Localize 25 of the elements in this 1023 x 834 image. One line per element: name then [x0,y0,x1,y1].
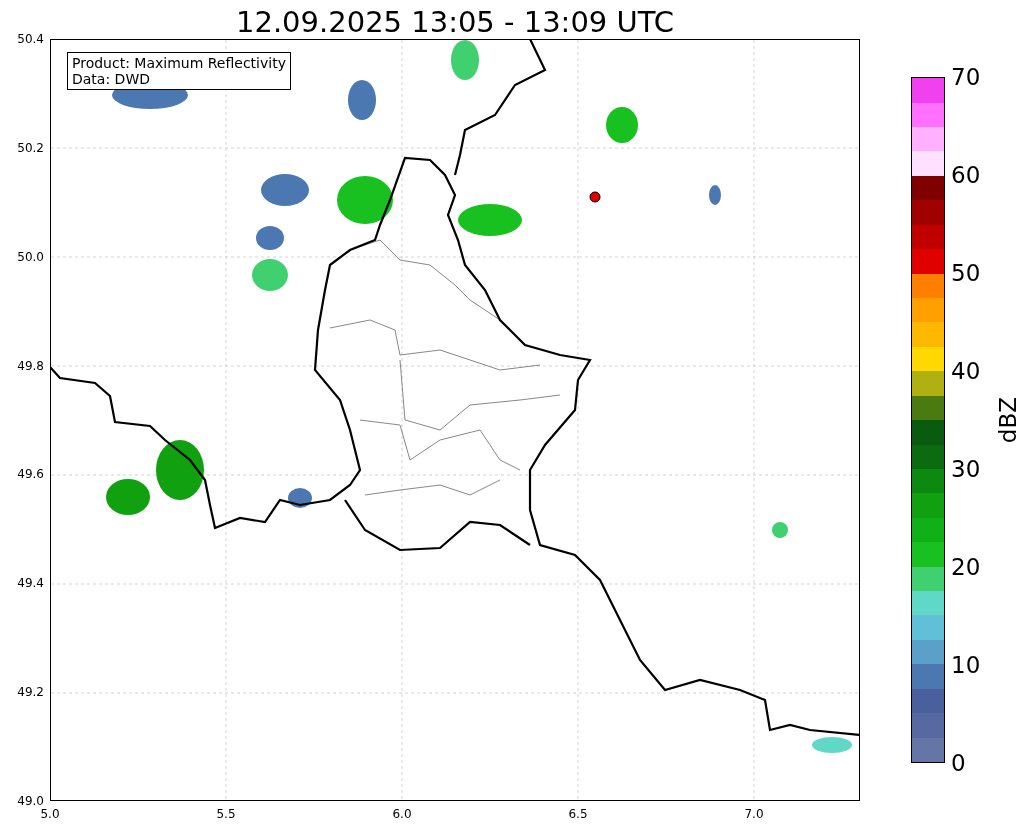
colorbar-tick-label: 50 [951,260,981,286]
colorbar-tick-label: 60 [951,162,981,188]
x-tick-label: 6.5 [568,807,588,821]
x-tick-label: 6.0 [392,807,412,821]
y-tick-label: 49.2 [17,685,44,700]
colorbar-tick-label: 40 [951,358,981,384]
colorbar-tick-label: 0 [951,750,966,776]
colorbar-tick-label: 30 [951,456,981,482]
colorbar-tick-label: 20 [951,554,981,580]
y-tick-label: 50.0 [17,249,44,264]
y-tick-label: 50.2 [17,140,44,155]
colorbar-label: dBZ [995,396,1021,444]
y-tick-label: 49.4 [17,576,44,591]
y-tick-label: 49.6 [17,467,44,482]
colorbar-tick-label: 10 [951,652,981,678]
x-tick-label: 5.5 [216,807,236,821]
y-tick-label: 49.0 [17,794,44,808]
y-tick-label: 50.4 [17,32,44,46]
y-tick-label: 49.8 [17,358,44,373]
x-tick-label: 5.0 [40,807,60,821]
legend-text: Product: Maximum Reflectivity [72,55,286,71]
x-tick-label: 7.0 [744,807,764,821]
legend-text: Data: DWD [72,71,151,87]
colorbar-tick-label: 70 [951,64,981,90]
chart-title: 12.09.2025 13:05 - 13:09 UTC [236,5,674,39]
